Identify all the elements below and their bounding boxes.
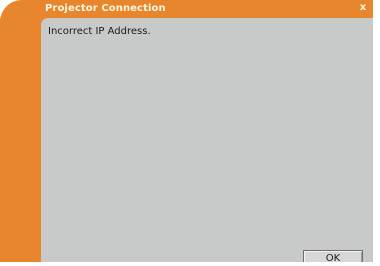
close-icon[interactable]: x — [358, 2, 368, 14]
ok-button[interactable]: OK — [303, 250, 363, 262]
window-title: Projector Connection — [45, 3, 166, 14]
dialog-window: Projector Connection x Incorrect IP Addr… — [0, 0, 373, 262]
dialog-content: Incorrect IP Address. OK — [41, 18, 373, 262]
error-message: Incorrect IP Address. — [48, 26, 151, 37]
title-bar[interactable]: Projector Connection x — [0, 0, 373, 18]
side-accent-strip — [0, 18, 41, 262]
